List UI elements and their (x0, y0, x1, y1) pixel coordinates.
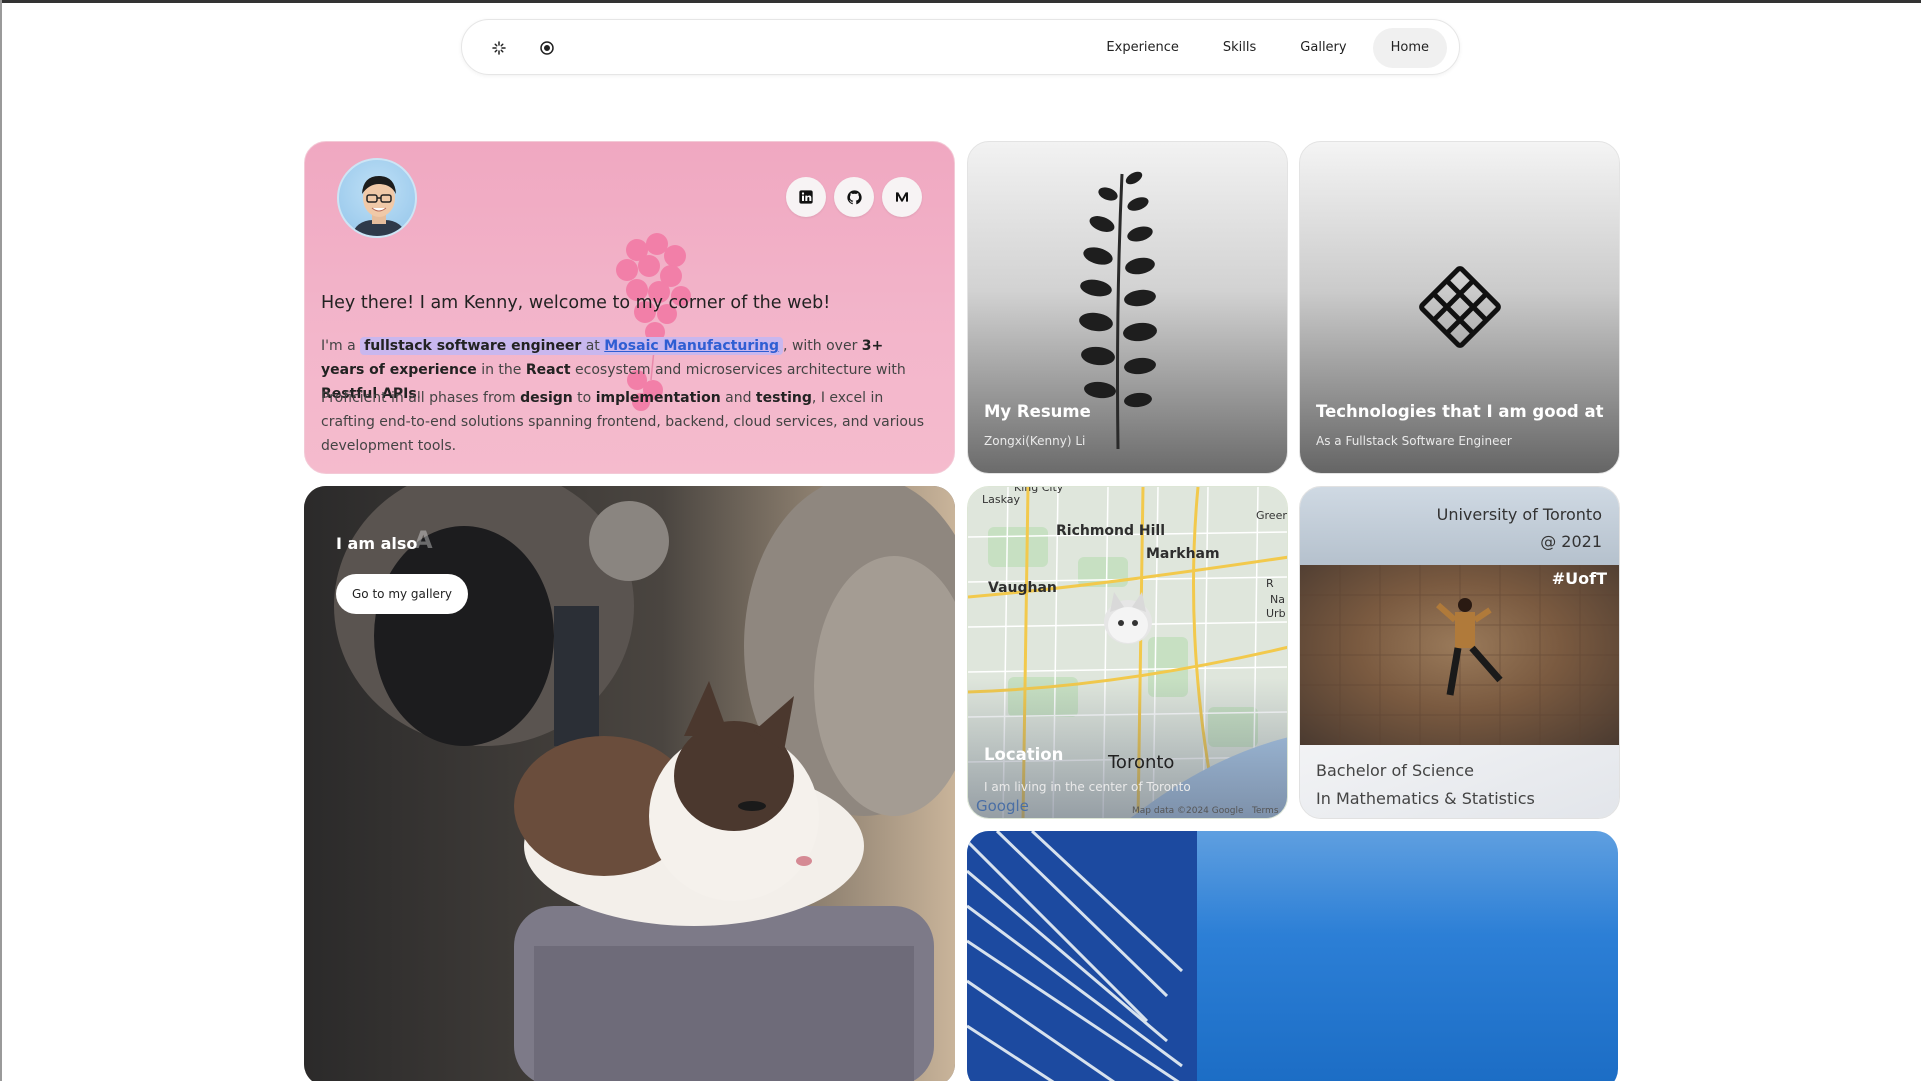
avatar (337, 158, 417, 238)
university-name: University of Toronto (1436, 505, 1602, 524)
map-label-king-city: King City (1014, 486, 1064, 494)
map-city-markham: Markham (1146, 546, 1220, 562)
text: ecosystem and microservices architecture… (570, 362, 906, 378)
top-nav: Experience Skills Gallery Home (461, 19, 1460, 75)
gallery-heading-suffix: A (414, 526, 433, 554)
window-left-border (0, 0, 2, 1081)
location-subtitle: I am living in the center of Toronto (984, 780, 1191, 794)
intro-paragraph-2: Proficient in all phases from design to … (321, 386, 931, 458)
go-to-gallery-button[interactable]: Go to my gallery (336, 574, 468, 614)
resume-title: My Resume (984, 402, 1091, 421)
github-icon[interactable] (834, 177, 874, 217)
nav-home[interactable]: Home (1372, 28, 1447, 68)
map-city-toronto: Toronto (1108, 752, 1175, 773)
degree-name: Bachelor of Science (1316, 761, 1474, 780)
nav-links: Experience Skills Gallery Home (1088, 28, 1447, 68)
text: to (572, 390, 596, 406)
nav-experience[interactable]: Experience (1088, 28, 1197, 68)
education-degree: Bachelor of Science In Mathematics & Sta… (1316, 757, 1535, 813)
window-top-border (0, 0, 1921, 3)
location-card[interactable]: Laskay King City Green Urb Na R Richmond… (967, 486, 1288, 819)
company-link[interactable]: Mosaic Manufacturing (604, 338, 779, 354)
implementation-text: implementation (595, 390, 721, 406)
education-university: University of Toronto @ 2021 (1437, 501, 1602, 555)
map-label-urb: Urb (1266, 607, 1286, 620)
map-city-richmond-hill: Richmond Hill (1056, 523, 1166, 539)
intro-card: Hey there! I am Kenny, welcome to my cor… (304, 141, 955, 474)
text: in the (476, 362, 526, 378)
text: at (581, 338, 605, 354)
nav-skills[interactable]: Skills (1205, 28, 1274, 68)
nav-gallery[interactable]: Gallery (1282, 28, 1364, 68)
map-data-attribution: Map data ©2024 Google (1132, 806, 1244, 816)
text: , with over (783, 338, 862, 354)
location-title: Location (984, 745, 1064, 764)
google-logo: Google (976, 797, 1029, 815)
map-label-green: Green (1256, 509, 1288, 522)
text: I'm a (321, 338, 361, 354)
text: and (720, 390, 756, 406)
resume-subtitle: Zongxi(Kenny) Li (984, 434, 1086, 448)
tech-card[interactable]: Technologies that I am good at As a Full… (1299, 141, 1620, 474)
testing-text: testing (755, 390, 812, 406)
map-terms-link[interactable]: Terms (1252, 806, 1279, 816)
linkedin-icon[interactable] (786, 177, 826, 217)
uoft-dome-photo (1300, 565, 1619, 745)
tech-subtitle: As a Fullstack Software Engineer (1316, 434, 1512, 448)
role-text: fullstack software engineer (364, 338, 582, 354)
education-card[interactable]: University of Toronto @ 2021 #UofT Bache… (1299, 486, 1620, 819)
role-highlight: fullstack software engineer at Mosaic Ma… (360, 337, 784, 355)
theme-toggle-icon[interactable] (535, 36, 559, 60)
gallery-card: I am also A Go to my gallery (304, 486, 955, 1081)
gallery-heading: I am also (336, 534, 418, 553)
building-photo (967, 831, 1197, 1081)
map-label-laskay: Laskay (982, 493, 1021, 506)
graduation-year: @ 2021 (1540, 532, 1602, 551)
degree-major: In Mathematics & Statistics (1316, 789, 1535, 808)
medium-icon[interactable] (882, 177, 922, 217)
design-text: design (520, 390, 573, 406)
resume-card[interactable]: My Resume Zongxi(Kenny) Li (967, 141, 1288, 474)
social-links (786, 177, 922, 217)
sparkle-icon[interactable] (487, 36, 511, 60)
intro-greeting: Hey there! I am Kenny, welcome to my cor… (321, 293, 831, 313)
uoft-hashtag: #UofT (1551, 569, 1607, 588)
text: Proficient in all phases from (321, 390, 521, 406)
map-label-r: R (1266, 577, 1274, 590)
tech-title: Technologies that I am good at (1316, 402, 1604, 421)
react-text: React (525, 362, 571, 378)
map-city-vaughan: Vaughan (988, 580, 1057, 596)
map-label-na: Na (1270, 593, 1285, 606)
lattice-logo-icon (1419, 266, 1501, 348)
building-card (967, 831, 1618, 1081)
